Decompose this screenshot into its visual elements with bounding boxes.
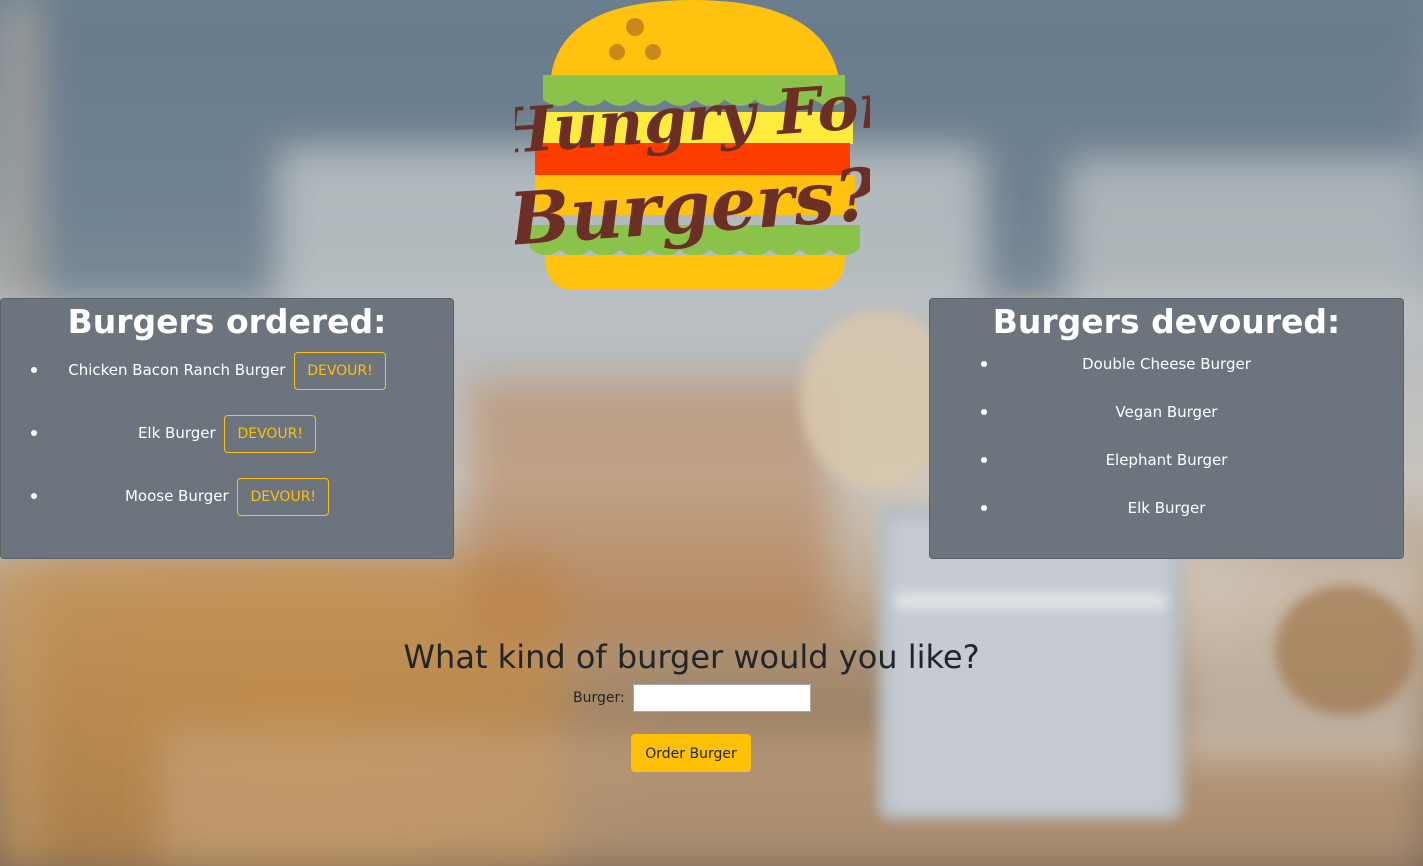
ordered-item-name: Moose Burger: [124, 487, 229, 505]
order-form-row: Burger:: [573, 682, 812, 714]
bullet-icon: [31, 367, 37, 373]
devoured-item-name: Elephant Burger: [1105, 451, 1228, 469]
devoured-item-name: Elk Burger: [1127, 499, 1206, 517]
ordered-item-name: Elk Burger: [137, 424, 216, 442]
ordered-item: Chicken Bacon Ranch Burger DEVOUR!: [1, 351, 453, 414]
bullet-icon: [981, 505, 987, 511]
ordered-list: Chicken Bacon Ranch Burger DEVOUR! Elk B…: [1, 343, 453, 540]
ordered-item: Elk Burger DEVOUR!: [1, 414, 453, 477]
devoured-item-name: Double Cheese Burger: [1082, 355, 1251, 373]
ordered-item: Moose Burger DEVOUR!: [1, 477, 453, 540]
bullet-icon: [981, 457, 987, 463]
devoured-title: Burgers devoured:: [992, 302, 1341, 341]
devoured-item: Vegan Burger: [930, 397, 1403, 445]
burger-label: Burger:: [573, 690, 625, 706]
devoured-panel: Burgers devoured: Double Cheese Burger V…: [929, 298, 1404, 559]
bullet-icon: [31, 430, 37, 436]
bullet-icon: [31, 493, 37, 499]
devoured-item: Elk Burger: [930, 493, 1403, 541]
page: Hungry For Burgers? Burgers ordered: Chi…: [0, 0, 1423, 866]
order-form-title: What kind of burger would you like?: [403, 638, 980, 676]
devour-button[interactable]: DEVOUR!: [224, 414, 317, 453]
burger-input[interactable]: [633, 684, 812, 712]
devoured-item: Elephant Burger: [930, 445, 1403, 493]
devoured-item-name: Vegan Burger: [1115, 403, 1218, 421]
devoured-list: Double Cheese Burger Vegan Burger Elepha…: [930, 343, 1403, 541]
ordered-title: Burgers ordered:: [67, 302, 387, 341]
hungry-for-burgers-logo: Hungry For Burgers?: [515, 0, 870, 290]
ordered-item-name: Chicken Bacon Ranch Burger: [68, 361, 286, 379]
devour-button[interactable]: DEVOUR!: [237, 477, 330, 516]
devoured-item: Double Cheese Burger: [930, 349, 1403, 397]
devour-button[interactable]: DEVOUR!: [294, 351, 386, 390]
bullet-icon: [981, 361, 987, 367]
bullet-icon: [981, 409, 987, 415]
order-burger-button[interactable]: Order Burger: [631, 734, 751, 772]
ordered-panel: Burgers ordered: Chicken Bacon Ranch Bur…: [0, 298, 454, 559]
